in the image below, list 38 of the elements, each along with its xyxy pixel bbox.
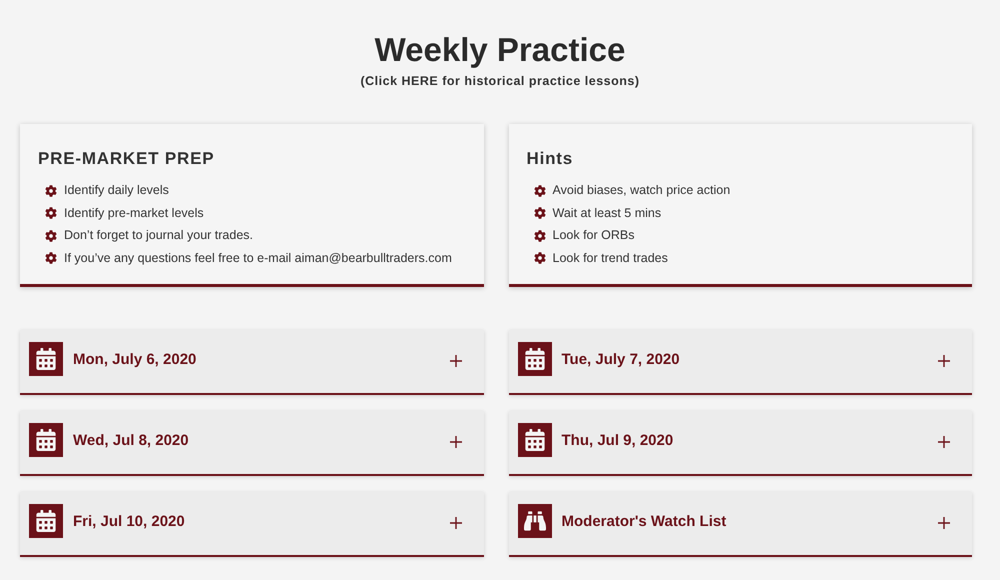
accordion-title: Wed, Jul 8, 2020 [73,430,189,451]
accordion-header[interactable]: Tue, July 7, 2020 [508,330,972,395]
list-item-text: Identify daily levels [64,182,169,200]
gear-icon [45,252,57,264]
list-item-text: Wait at least 5 mins [552,204,662,222]
accordion-header[interactable]: Fri, Jul 10, 2020 [20,492,484,557]
card-title: Hints [526,148,574,170]
gear-icon [45,230,57,242]
list-item-text: Don’t forget to journal your trades. [64,227,253,244]
historical-lessons-link[interactable]: (Click HERE for historical practice lessons) [360,72,640,91]
list-item-text: Avoid biases, watch price action [552,182,730,200]
list-item-text: Look for ORBs [552,227,634,244]
accordion-title: Moderator's Watch List [562,512,726,532]
list-item-text: Identify pre-market levels [64,204,204,222]
page-title: Weekly Practice [374,30,626,70]
accordion-title: Mon, July 6, 2020 [73,350,196,370]
accordion-header[interactable]: Thu, Jul 9, 2020 [508,410,972,476]
card-title: PRE-MARKET PREP [38,148,216,170]
list-item-text: Look for trend trades [552,250,668,267]
calendar-icon [518,422,552,457]
accordion-title: Thu, Jul 9, 2020 [562,430,674,451]
binoculars-icon [518,504,552,538]
accordion-header[interactable]: Wed, Jul 8, 2020 [20,410,484,476]
gear-icon [534,230,546,242]
list-item-text: If you’ve any questions feel free to e-mail aiman@bearbulltraders.com [64,250,452,267]
gear-icon [45,184,57,196]
gear-icon [534,207,546,219]
calendar-icon [29,342,63,376]
accordion-title: Fri, Jul 10, 2020 [73,512,185,532]
accordion-title: Tue, July 7, 2020 [562,350,680,370]
gear-icon [534,184,546,196]
accordion-header[interactable]: Moderator's Watch List [508,492,972,557]
gear-icon [534,252,546,264]
calendar-icon [518,342,552,376]
accordion-header[interactable]: Mon, July 6, 2020 [20,330,484,395]
calendar-icon [29,422,63,457]
calendar-icon [29,504,63,538]
gear-icon [45,207,57,219]
